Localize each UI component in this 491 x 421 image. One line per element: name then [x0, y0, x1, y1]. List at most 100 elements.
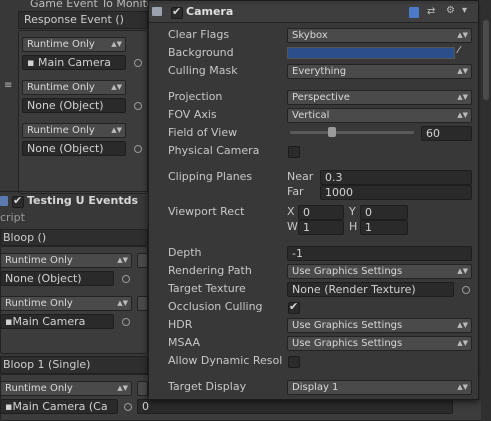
viewport-h-input[interactable]: 1 [360, 220, 408, 235]
fov-slider-track[interactable] [290, 131, 414, 134]
object-picker-icon[interactable] [134, 59, 142, 67]
bloop1-runtime-dropdown[interactable]: Runtime Only ▲▼ [0, 381, 132, 396]
clipping-planes-label: Clipping Planes [168, 170, 253, 183]
pin-icon[interactable]: ▾ [462, 5, 467, 17]
bloop-object-field-2[interactable]: ▪Main Camera [0, 314, 114, 329]
fov-slider-thumb[interactable] [328, 127, 336, 137]
rendering-path-label: Rendering Path [168, 264, 252, 277]
object-field-2[interactable]: None (Object) [22, 98, 126, 113]
component-title: Testing U Eventds [27, 194, 139, 207]
clear-flags-dropdown[interactable]: Skybox ▲▼ [287, 28, 472, 43]
bloop1-header: Bloop 1 (Single) [0, 356, 148, 374]
help-book-icon[interactable] [409, 7, 419, 18]
bloop1-object-field[interactable]: ▪Main Camera (Ca [0, 399, 118, 414]
dropdown-arrow-icon: ▲▼ [457, 111, 468, 119]
rendering-path-dropdown[interactable]: Use Graphics Settings ▲▼ [287, 264, 472, 279]
viewport-h-label: H [349, 220, 358, 233]
bloop-function-dropdown-1[interactable] [137, 253, 148, 268]
target-display-dropdown[interactable]: Display 1 ▲▼ [287, 380, 472, 395]
target-texture-field[interactable]: None (Render Texture) [287, 282, 454, 297]
object-picker-icon[interactable] [122, 275, 130, 283]
target-texture-label: Target Texture [168, 282, 246, 295]
component-divider [0, 191, 148, 192]
culling-mask-dropdown[interactable]: Everything ▲▼ [287, 64, 472, 79]
settings-gear-icon[interactable]: ⚙ [446, 5, 455, 17]
dropdown-arrow-icon: ▲▼ [117, 384, 128, 392]
viewport-w-input[interactable]: 1 [298, 220, 344, 235]
field-of-view-label: Field of View [168, 126, 238, 139]
msaa-value: Use Graphics Settings [292, 338, 403, 349]
hdr-dropdown[interactable]: Use Graphics Settings ▲▼ [287, 318, 472, 333]
drag-handle-icon[interactable]: ≡ [4, 80, 12, 92]
checkmark-icon: ✔ [172, 5, 182, 18]
viewport-y-input[interactable]: 0 [360, 205, 408, 220]
object-field-1-value: Main Camera [37, 56, 111, 69]
bloop-runtime-dropdown-1[interactable]: Runtime Only ▲▼ [0, 253, 132, 268]
occlusion-culling-checkbox[interactable]: ✔ [288, 300, 300, 314]
physical-camera-checkbox[interactable] [288, 146, 300, 158]
camera-component-icon [152, 7, 162, 16]
runtime-dropdown-2[interactable]: Runtime Only ▲▼ [22, 80, 126, 95]
bloop-runtime-dropdown-2-label: Runtime Only [5, 298, 73, 309]
dropdown-arrow-icon: ▲▼ [457, 383, 468, 391]
projection-dropdown[interactable]: Perspective ▲▼ [287, 90, 472, 105]
bloop-function-dropdown-2[interactable] [137, 296, 148, 311]
viewport-y-label: Y [349, 205, 356, 218]
eyedropper-icon[interactable]: ⁄ [458, 45, 460, 57]
msaa-dropdown[interactable]: Use Graphics Settings ▲▼ [287, 336, 472, 351]
bloop-runtime-dropdown-1-label: Runtime Only [5, 255, 73, 266]
runtime-dropdown-3[interactable]: Runtime Only ▲▼ [22, 123, 126, 138]
inspector-scrollbar-thumb[interactable] [483, 20, 489, 100]
rendering-path-value: Use Graphics Settings [292, 266, 403, 277]
projection-value: Perspective [292, 92, 350, 103]
camera-title: Camera [186, 5, 234, 18]
object-picker-icon[interactable] [134, 102, 142, 110]
object-picker-icon[interactable] [122, 318, 130, 326]
depth-input[interactable]: -1 [287, 246, 472, 261]
dropdown-arrow-icon: ▲▼ [117, 299, 128, 307]
runtime-dropdown-1-label: Runtime Only [27, 39, 95, 50]
clear-flags-value: Skybox [292, 30, 328, 41]
bloop1-object-field-value: Main Camera (Ca [12, 400, 108, 413]
camera-enabled-checkbox[interactable]: ✔ [171, 5, 183, 19]
hdr-label: HDR [168, 318, 193, 331]
viewport-rect-label: Viewport Rect [168, 205, 245, 218]
fov-axis-value: Vertical [292, 110, 330, 121]
object-picker-icon[interactable] [462, 286, 470, 294]
component-enabled-checkbox[interactable]: ✔ [12, 194, 24, 208]
object-field-3[interactable]: None (Object) [22, 141, 126, 156]
field-of-view-input[interactable]: 60 [421, 126, 472, 141]
event-field-label: Game Event To Monito [30, 0, 154, 10]
bloop-runtime-dropdown-2[interactable]: Runtime Only ▲▼ [0, 296, 132, 311]
checkmark-icon: ✔ [289, 300, 299, 313]
dropdown-arrow-icon: ▲▼ [457, 267, 468, 275]
bloop1-value-field[interactable]: 0 [137, 399, 453, 414]
viewport-x-input[interactable]: 0 [298, 205, 344, 220]
preset-icon[interactable]: ⇄ [427, 6, 435, 18]
target-display-label: Target Display [168, 380, 247, 393]
msaa-label: MSAA [168, 336, 201, 349]
allow-dynamic-resolution-checkbox[interactable] [288, 356, 300, 368]
dropdown-arrow-icon: ▲▼ [457, 93, 468, 101]
camera-small-icon: ▪ [27, 56, 35, 69]
object-picker-icon[interactable] [124, 403, 132, 411]
object-picker-icon[interactable] [134, 145, 142, 153]
bloop-object-field-1[interactable]: None (Object) [0, 271, 114, 286]
dropdown-arrow-icon: ▲▼ [117, 256, 128, 264]
target-display-value: Display 1 [292, 382, 339, 393]
dropdown-arrow-icon: ▲▼ [111, 83, 122, 91]
fov-axis-dropdown[interactable]: Vertical ▲▼ [287, 108, 472, 123]
object-field-1[interactable]: ▪ Main Camera [22, 55, 126, 70]
dropdown-arrow-icon: ▲▼ [457, 339, 468, 347]
projection-label: Projection [168, 90, 223, 103]
background-color-swatch[interactable] [287, 47, 455, 59]
bloop1-runtime-dropdown-label: Runtime Only [5, 383, 73, 394]
near-input[interactable]: 0.3 [320, 170, 472, 185]
dropdown-arrow-icon: ▲▼ [457, 67, 468, 75]
checkmark-icon: ✔ [13, 194, 23, 207]
far-label: Far [287, 185, 304, 198]
bloop1-function-dropdown[interactable] [137, 381, 148, 396]
far-input[interactable]: 1000 [320, 185, 472, 200]
runtime-dropdown-1[interactable]: Runtime Only ▲▼ [22, 37, 126, 52]
culling-mask-label: Culling Mask [168, 64, 238, 77]
